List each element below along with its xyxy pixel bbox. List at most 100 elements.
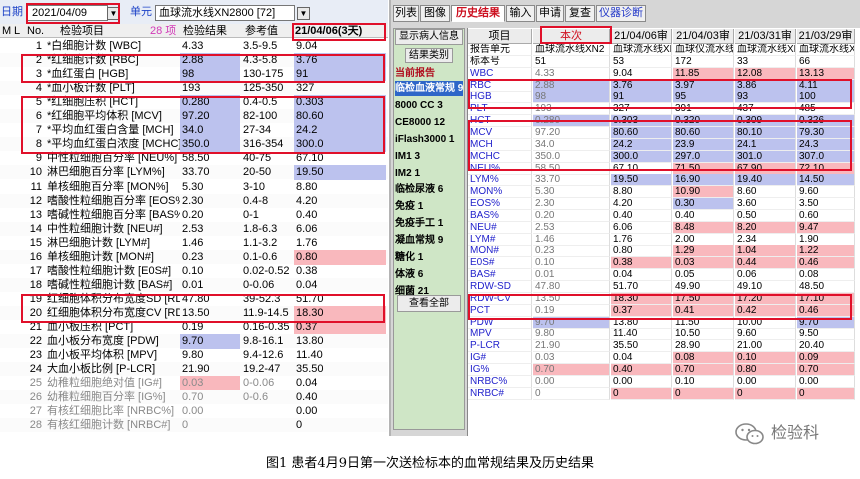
previous-value: 8.80 [296,180,318,193]
row-number: 20 [29,306,42,319]
category-item[interactable]: 凝血常规 9 [395,233,463,248]
test-name: *平均血红蛋白含量 [MCH] [47,124,174,137]
result-value: 47.80 [182,292,210,305]
reference-range: 82-100 [243,110,278,123]
figure-caption: 图1 患者4月9日第一次送检标本的血常规结果及历史结果 [266,456,594,471]
row-number: 3 [35,68,42,81]
category-item[interactable]: 体液 6 [395,267,463,282]
row-number: 11 [30,180,42,193]
row-number: 2 [35,54,42,67]
previous-value: 0.04 [296,278,318,291]
category-item[interactable]: 免疫 1 [395,199,463,214]
previous-value: 24.2 [294,123,386,139]
row-number: 4 [35,82,42,95]
tab-3[interactable]: 输入 [506,5,535,22]
history-value: 0.09 [797,352,855,365]
history-value: 17.50 [673,292,734,305]
history-value: 8.20 [735,221,796,234]
result-value: 0.10 [182,264,204,277]
tab-6[interactable]: 仪器诊断 [596,5,646,22]
category-item[interactable]: 8000 CC 3 [395,98,463,113]
reference-range: 0-0.6 [243,391,269,404]
date-dropdown-icon[interactable]: ▼ [107,7,120,20]
history-value: 0.41 [673,304,734,317]
result-value: 0.01 [182,278,204,291]
previous-value: 91 [294,67,386,83]
result-value: 4.33 [182,40,204,52]
history-value: 1.76 [611,233,672,246]
history-value: 0.00 [797,375,855,388]
previous-value: 67.10 [296,152,324,165]
screenshot: 日期 2021/04/09 ▼ 单元 血球流水线XN2800 [72] ▼ ML… [0,0,860,479]
history-value: 11.40 [611,328,672,341]
reference-range: 0.16-0.35 [243,321,290,333]
result-value: 2.53 [182,222,204,235]
history-value: 47.80 [533,281,610,293]
history-item-name: LYM% [468,174,532,187]
history-value: 18.30 [611,292,672,305]
reference-range: 9.8-16.1 [243,335,284,348]
result-category-button[interactable]: 结果类别 [405,48,453,63]
category-item[interactable]: 糖化 1 [395,250,463,265]
history-value: 0.40 [673,209,734,222]
history-value: 49.90 [673,281,734,293]
test-name: 有核红细胞计数 [NRBC#] [47,419,171,432]
row-number: 1 [35,40,42,52]
history-value: 0.50 [735,209,796,222]
history-value: 91 [611,91,672,104]
history-item-name: NEU# [468,221,532,234]
history-value: 9.80 [533,328,610,341]
category-item[interactable]: IM1 3 [395,149,463,164]
category-item[interactable]: 免疫手工 1 [395,216,463,231]
category-item[interactable]: 临检血液常规 9 [395,81,463,96]
history-item-name: MPV [468,328,532,341]
history-value: 13.13 [797,67,855,80]
watermark-text: 检验科 [771,425,820,442]
history-item-name: MCHC [468,150,532,163]
reference-range: 40-75 [243,152,272,165]
category-item[interactable]: 临检尿液 6 [395,182,463,197]
history-value: 10.90 [673,186,734,199]
previous-value: 18.30 [294,305,386,321]
history-item-name: HCT [468,115,532,128]
unit-value: 血球流水线XN2800 [72] [159,7,276,19]
history-item-name: MON# [468,245,532,258]
history-value: 28.90 [673,340,734,353]
history-value: 0.08 [797,269,855,282]
result-value: 5.30 [182,180,204,193]
history-value: 0.10 [735,352,796,365]
reference-range: 0-0.06 [243,377,275,390]
result-value: 350.0 [180,137,240,153]
date-input[interactable]: 2021/04/09 [27,5,108,21]
previous-value: 327 [296,82,315,95]
unit-select[interactable]: 血球流水线XN2800 [72] [155,5,295,21]
tab-1[interactable]: 图像 [420,5,450,22]
history-value: 0.03 [673,257,734,270]
history-value: 2.88 [533,79,610,92]
tab-4[interactable]: 申请 [536,5,564,22]
row-number: 12 [29,194,42,207]
history-value: 2.00 [673,233,734,246]
left-col-header: 参考值 [245,25,278,37]
history-value: 19.40 [735,174,796,187]
category-item[interactable]: CE8000 12 [395,115,463,130]
previous-value: 13.80 [296,335,324,348]
previous-value: 0 [296,419,303,432]
show-patient-info-button[interactable]: 显示病人信息 [395,29,463,45]
category-item[interactable]: IM2 1 [395,166,463,181]
category-item[interactable]: iFlash3000 1 [395,132,463,147]
tab-5[interactable]: 复查 [565,5,595,22]
history-value: 391 [673,103,734,116]
history-value: 0.20 [533,209,610,222]
view-all-button[interactable]: 查看全部 [397,295,461,312]
test-name: 血小板压积 [PCT] [47,321,134,333]
history-value: 4.11 [797,79,855,92]
history-item-name: E0S# [468,257,532,270]
result-value: 9.70 [180,334,240,350]
history-value: 血球流水线XN2 [611,44,672,56]
tab-0[interactable]: 列表 [393,5,419,22]
history-value: 24.1 [735,138,796,151]
tab-2[interactable]: 历史结果 [451,5,505,22]
history-value: 0.37 [611,304,672,317]
unit-dropdown-icon[interactable]: ▼ [297,7,310,20]
